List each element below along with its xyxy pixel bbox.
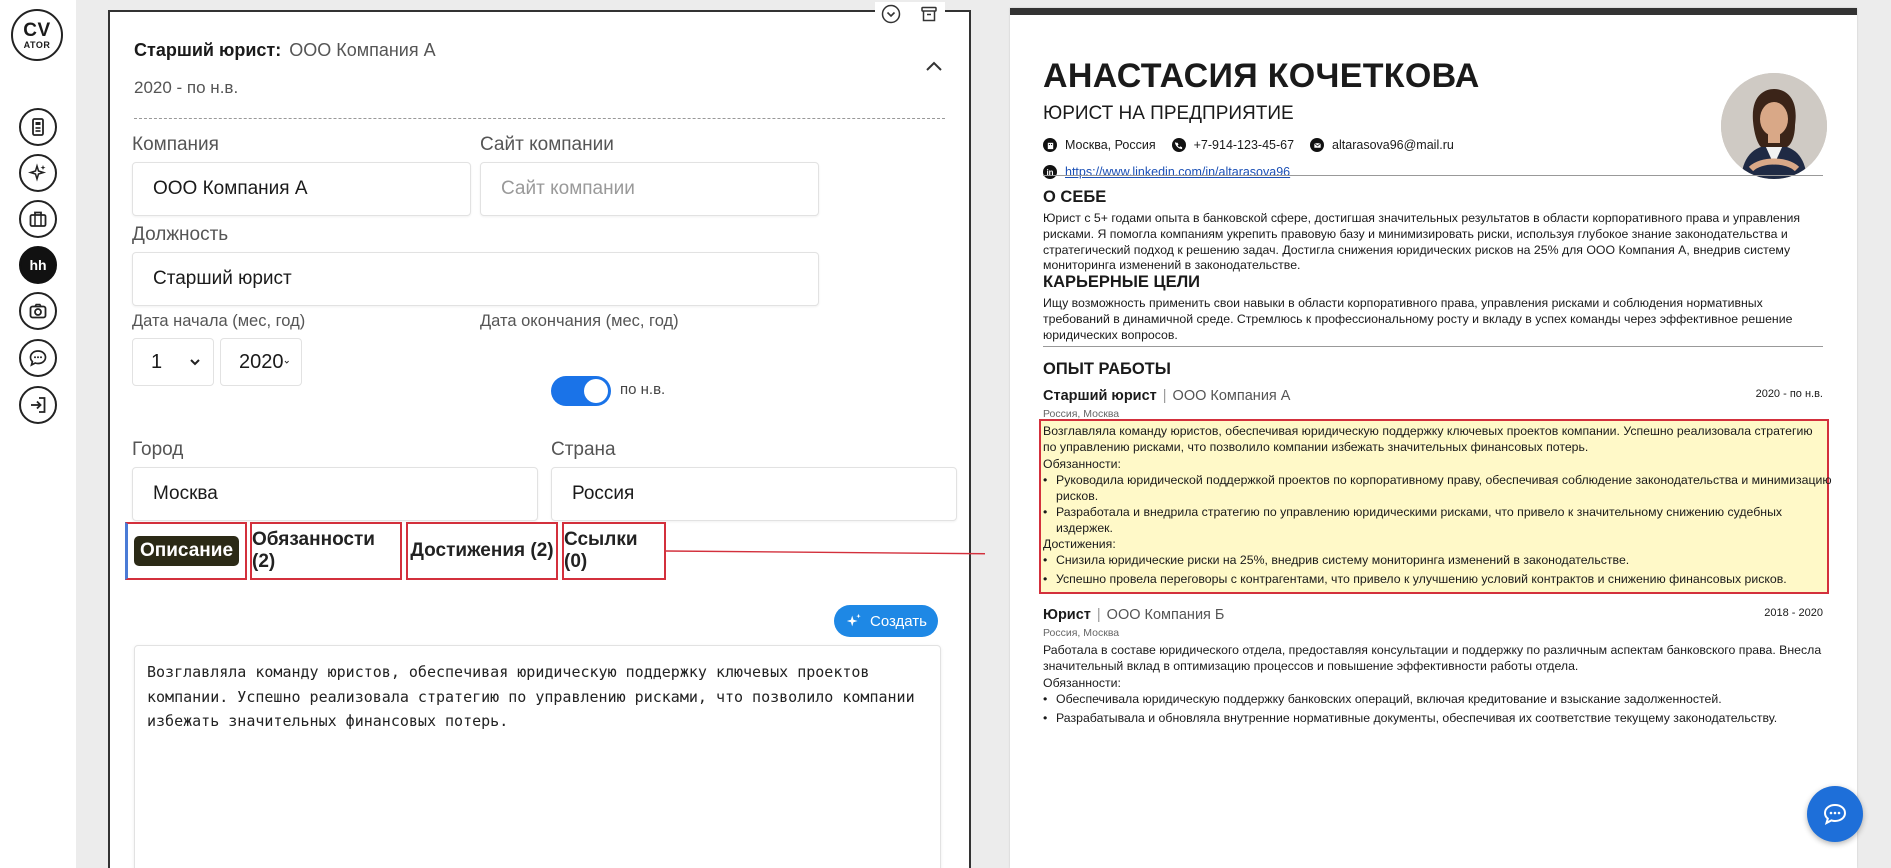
linkedin-link[interactable]: https://www.linkedin.com/in/altarasova96 bbox=[1065, 165, 1290, 179]
chevron-down-icon bbox=[190, 359, 200, 366]
job-entry-position: Старший юрист: bbox=[134, 40, 282, 60]
resume-phone: +7-914-123-45-67 bbox=[1193, 138, 1295, 152]
resume-document-button[interactable] bbox=[19, 108, 57, 146]
icon-rail: CV ATOR hh bbox=[0, 0, 76, 868]
delete-entry-button[interactable] bbox=[917, 2, 941, 26]
chevron-up-icon[interactable] bbox=[923, 56, 945, 78]
briefcase-icon bbox=[29, 211, 47, 227]
city-label: Город bbox=[132, 439, 184, 460]
achievements-label: Достижения: bbox=[1043, 537, 1116, 551]
ai-create-button[interactable]: Создать bbox=[834, 605, 938, 637]
resume-contacts: Москва, Россия +7-914-123-45-67 altaraso… bbox=[1043, 138, 1462, 152]
tab-duties[interactable]: Обязанности (2) bbox=[250, 522, 402, 580]
start-month-select[interactable]: 1 bbox=[132, 338, 214, 386]
sparkles-icon bbox=[846, 613, 861, 627]
position-label: Должность bbox=[132, 224, 229, 245]
resume-name: АНАСТАСИЯ КОЧЕТКОВА bbox=[1043, 57, 1480, 95]
jobs-briefcase-button[interactable] bbox=[19, 200, 57, 238]
location-icon bbox=[1043, 138, 1057, 152]
start-year-select[interactable]: 2020 bbox=[220, 338, 302, 386]
present-toggle[interactable] bbox=[551, 376, 611, 406]
company-input[interactable]: ООО Компания А bbox=[132, 162, 471, 216]
experience-heading: ОПЫТ РАБОТЫ bbox=[1043, 360, 1171, 378]
chevron-circle-down-icon bbox=[881, 4, 901, 24]
chat-bubble-icon bbox=[29, 350, 47, 367]
resume-job-description: Возглавляла команду юристов, обеспечивая… bbox=[1043, 424, 1813, 454]
tab-achievements[interactable]: Достижения (2) bbox=[406, 522, 558, 580]
site-label: Сайт компании bbox=[480, 134, 614, 155]
job-entry-header[interactable]: Старший юрист: ООО Компания А bbox=[134, 40, 436, 61]
card-actions bbox=[875, 2, 945, 26]
tab-description[interactable]: Описание bbox=[125, 522, 247, 580]
country-label: Страна bbox=[551, 439, 616, 460]
job-entry-company: ООО Компания А bbox=[289, 40, 436, 60]
present-label: по н.в. bbox=[620, 381, 666, 398]
archive-trash-icon bbox=[921, 6, 937, 22]
reorder-button[interactable] bbox=[879, 2, 903, 26]
list-item: Разрабатывала и обновляла внутренние нор… bbox=[1043, 711, 1833, 727]
position-input[interactable]: Старший юрист bbox=[132, 252, 819, 306]
duties-label: Обязанности: bbox=[1043, 457, 1121, 471]
goals-heading: КАРЬЕРНЫЕ ЦЕЛИ bbox=[1043, 273, 1201, 291]
job-entry-dates: 2020 - по н.в. bbox=[134, 78, 239, 97]
resume-job-description: Работала в составе юридического отдела, … bbox=[1043, 643, 1822, 673]
chevron-down-icon bbox=[284, 360, 289, 364]
support-chat-button[interactable] bbox=[1807, 786, 1863, 842]
hh-integration-button[interactable]: hh bbox=[19, 246, 57, 284]
phone-icon bbox=[1171, 138, 1186, 152]
list-item: Успешно провела переговоры с контрагента… bbox=[1043, 572, 1833, 588]
chat-bubble-icon bbox=[1823, 803, 1847, 825]
resume-rule bbox=[1043, 175, 1823, 176]
end-date-label: Дата окончания (мес, год) bbox=[480, 312, 679, 330]
about-text: Юрист с 5+ годами опыта в банковской сфе… bbox=[1043, 211, 1801, 273]
email-icon bbox=[1310, 138, 1325, 152]
list-item: Руководила юридической поддержкой проект… bbox=[1043, 473, 1833, 505]
linkedin-icon: in bbox=[1043, 165, 1057, 179]
country-input[interactable]: Россия bbox=[551, 467, 957, 521]
toggle-knob bbox=[584, 379, 608, 403]
profile-photo bbox=[1721, 73, 1827, 179]
description-textarea[interactable]: Возглавляла команду юристов, обеспечивая… bbox=[134, 645, 941, 868]
site-input[interactable]: Сайт компании bbox=[480, 162, 819, 216]
resume-location: Москва, Россия bbox=[1065, 138, 1156, 152]
start-date-label: Дата начала (мес, год) bbox=[132, 312, 306, 330]
city-input[interactable]: Москва bbox=[132, 467, 538, 521]
cvator-logo[interactable]: CV ATOR bbox=[11, 9, 63, 61]
tab-links[interactable]: Ссылки (0) bbox=[562, 522, 666, 580]
logout-icon bbox=[31, 397, 46, 413]
header-divider bbox=[134, 118, 945, 119]
resume-linkedin: in https://www.linkedin.com/in/altarasov… bbox=[1043, 165, 1290, 179]
document-icon bbox=[32, 118, 44, 136]
logout-button[interactable] bbox=[19, 386, 57, 424]
resume-email: altarasova96@mail.ru bbox=[1332, 138, 1454, 152]
hh-icon: hh bbox=[29, 257, 47, 273]
duties-label: Обязанности: bbox=[1043, 676, 1121, 690]
about-heading: О СЕБЕ bbox=[1043, 188, 1107, 206]
list-item: Обеспечивала юридическую поддержку банко… bbox=[1043, 692, 1833, 708]
resume-job-title: Старший юрист | ООО Компания А bbox=[1043, 388, 1291, 404]
camera-icon bbox=[29, 303, 47, 319]
resume-job-dates: 2018 - 2020 bbox=[1764, 607, 1823, 619]
sparkles-icon bbox=[28, 163, 47, 182]
list-item: Разработала и внедрила стратегию по упра… bbox=[1043, 505, 1833, 537]
list-item: Снизила юридические риски на 25%, внедри… bbox=[1043, 553, 1833, 569]
resume-job-location: Россия, Москва bbox=[1043, 627, 1120, 639]
chat-button[interactable] bbox=[19, 339, 57, 377]
ai-magic-button[interactable] bbox=[19, 154, 57, 192]
photo-camera-button[interactable] bbox=[19, 292, 57, 330]
resume-rule bbox=[1043, 346, 1823, 347]
resume-preview: АНАСТАСИЯ КОЧЕТКОВА ЮРИСТ НА ПРЕДПРИЯТИЕ… bbox=[1010, 8, 1857, 868]
resume-job-dates: 2020 - по н.в. bbox=[1755, 388, 1823, 400]
connector-arrow bbox=[665, 549, 1028, 559]
resume-role: ЮРИСТ НА ПРЕДПРИЯТИЕ bbox=[1043, 103, 1294, 124]
resume-job-title: Юрист | ООО Компания Б bbox=[1043, 607, 1225, 623]
company-label: Компания bbox=[132, 134, 219, 155]
goals-text: Ищу возможность применить свои навыки в … bbox=[1043, 296, 1793, 342]
